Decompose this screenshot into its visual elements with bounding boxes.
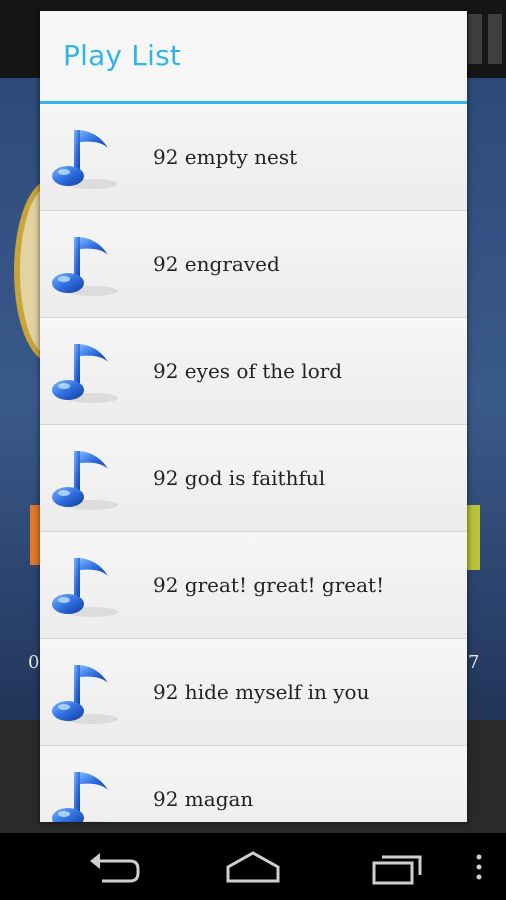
playlist-item-label: 92 empty nest [153, 145, 298, 169]
playlist-item[interactable]: 92 engraved [40, 211, 467, 318]
playlist-item[interactable]: 92 god is faithful [40, 425, 467, 532]
playlist-item[interactable]: 92 great! great! great! [40, 532, 467, 639]
dialog-header: Play List [40, 11, 467, 104]
playlist-item-label: 92 eyes of the lord [153, 359, 343, 383]
playlist-item[interactable]: 92 hide myself in you [40, 639, 467, 746]
music-note-icon [50, 657, 122, 729]
home-icon[interactable] [224, 847, 282, 887]
playlist-item-label: 92 great! great! great! [153, 573, 385, 597]
dialog-title: Play List [63, 39, 182, 72]
menu-icon[interactable] [472, 847, 486, 887]
music-note-icon [50, 443, 122, 515]
playlist-item-label: 92 engraved [153, 252, 280, 276]
playlist-item[interactable]: 92 magan [40, 746, 467, 822]
recents-icon[interactable] [370, 847, 424, 887]
music-note-icon [50, 122, 122, 194]
music-note-icon [50, 229, 122, 301]
grid-menu-icon [468, 14, 506, 64]
playlist-list[interactable]: 92 empty nest 92 engraved 92 eyes of the… [40, 104, 467, 822]
playlist-item-label: 92 magan [153, 787, 254, 811]
playlist-item-label: 92 god is faithful [153, 466, 326, 490]
music-note-icon [50, 764, 122, 822]
navigation-bar [0, 833, 506, 900]
total-time: 7 [468, 652, 480, 673]
playlist-item[interactable]: 92 empty nest [40, 104, 467, 211]
back-icon[interactable] [86, 847, 142, 887]
playlist-item-label: 92 hide myself in you [153, 680, 370, 704]
playlist-item[interactable]: 92 eyes of the lord [40, 318, 467, 425]
music-note-icon [50, 336, 122, 408]
playlist-dialog: Play List 92 empty nest 92 engraved 92 e… [40, 11, 467, 822]
music-note-icon [50, 550, 122, 622]
elapsed-time: 0 [28, 652, 40, 673]
